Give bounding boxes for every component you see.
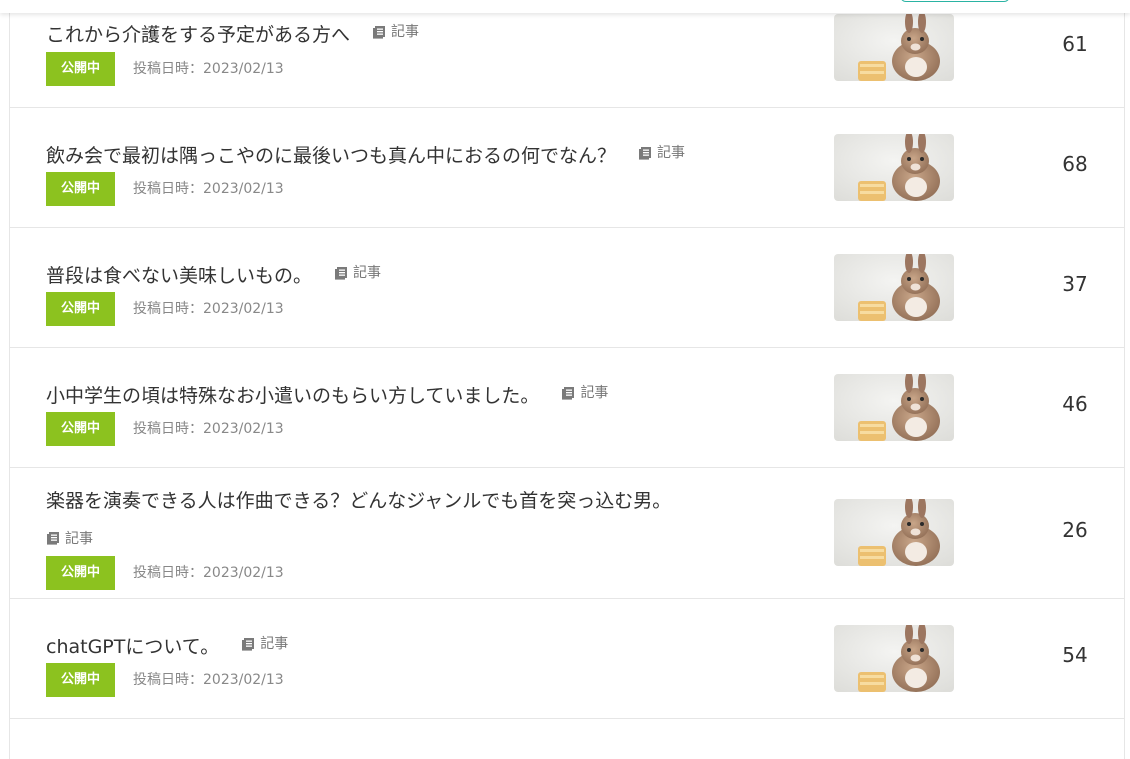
- article-thumbnail[interactable]: [834, 499, 954, 566]
- rabbit-thumbnail: [834, 499, 954, 566]
- article-title-line: chatGPTについて。 記事: [46, 632, 288, 659]
- article-title[interactable]: 飲み会で最初は隅っこやのに最後いつも真ん中におるの何でなん？: [46, 145, 616, 167]
- status-badge: 公開中: [46, 556, 115, 590]
- article-type-tag: 記事: [638, 141, 685, 165]
- article-title-line: 楽器を演奏できる人は作曲できる？どんなジャンルでも首を突っ込む男。: [46, 489, 671, 513]
- article-title[interactable]: 小中学生の頃は特殊なお小遣いのもらい方していました。: [46, 385, 539, 407]
- article-row[interactable]: [10, 719, 1124, 759]
- status-badge: 公開中: [46, 172, 115, 206]
- article-title[interactable]: chatGPTについて。: [46, 636, 219, 658]
- header-action-button[interactable]: [900, 0, 1010, 2]
- rabbit-thumbnail: [834, 374, 954, 441]
- top-header-bar: [0, 0, 1130, 13]
- type-label: 記事: [65, 531, 93, 547]
- rabbit-thumbnail: [834, 625, 954, 692]
- article-title-line: 普段は食べない美味しいもの。 記事: [46, 261, 381, 288]
- status-badge: 公開中: [46, 412, 115, 446]
- view-count: 46: [1062, 392, 1088, 416]
- article-type-tag: 記事: [241, 632, 288, 656]
- rabbit-thumbnail: [834, 134, 954, 201]
- type-label: 記事: [657, 145, 686, 161]
- document-icon: [242, 638, 255, 651]
- rabbit-thumbnail: [834, 14, 954, 81]
- article-title-line: 小中学生の頃は特殊なお小遣いのもらい方していました。 記事: [46, 381, 608, 408]
- type-label: 記事: [260, 636, 289, 652]
- view-count: 37: [1062, 272, 1088, 296]
- view-count: 54: [1062, 643, 1088, 667]
- article-thumbnail[interactable]: [834, 14, 954, 81]
- rabbit-thumbnail: [834, 254, 954, 321]
- article-row[interactable]: 楽器を演奏できる人は作曲できる？どんなジャンルでも首を突っ込む男。 記事 公開中…: [10, 468, 1124, 599]
- article-row[interactable]: これから介護をする予定がある方へ 記事 公開中 投稿日時：2023/02/13: [10, 0, 1124, 108]
- document-icon: [47, 532, 59, 545]
- view-count: 68: [1062, 152, 1088, 176]
- article-title[interactable]: 普段は食べない美味しいもの。: [46, 265, 312, 287]
- article-type-tag: 記事: [561, 381, 608, 405]
- post-date: 投稿日時：2023/02/13: [133, 61, 284, 77]
- document-icon: [562, 387, 575, 400]
- status-badge: 公開中: [46, 663, 115, 697]
- post-date: 投稿日時：2023/02/13: [133, 672, 284, 688]
- post-date: 投稿日時：2023/02/13: [133, 301, 284, 317]
- article-row[interactable]: 小中学生の頃は特殊なお小遣いのもらい方していました。 記事 公開中 投稿日時：20…: [10, 348, 1124, 468]
- article-row[interactable]: 飲み会で最初は隅っこやのに最後いつも真ん中におるの何でなん？ 記事 公開中 投稿日…: [10, 108, 1124, 228]
- document-icon: [373, 26, 386, 39]
- article-title-line: これから介護をする予定がある方へ 記事: [46, 20, 419, 47]
- status-badge: 公開中: [46, 52, 115, 86]
- article-thumbnail[interactable]: [834, 254, 954, 321]
- article-row[interactable]: chatGPTについて。 記事 公開中 投稿日時：2023/02/13 54: [10, 599, 1124, 719]
- view-count: 61: [1062, 32, 1088, 56]
- article-thumbnail[interactable]: [834, 625, 954, 692]
- document-icon: [639, 147, 652, 160]
- article-type-tag: 記事: [372, 20, 419, 44]
- article-list: これから介護をする予定がある方へ記事 公開中 投稿日時：2023/02/13: [9, 0, 1125, 759]
- post-date: 投稿日時：2023/02/13: [133, 181, 284, 197]
- status-badge: 公開中: [46, 292, 115, 326]
- article-title[interactable]: これから介護をする予定がある方へ: [46, 24, 350, 46]
- article-type-tag: 記事: [46, 528, 93, 548]
- type-label: 記事: [353, 265, 382, 281]
- view-count: 26: [1062, 518, 1088, 542]
- type-label: 記事: [580, 385, 609, 401]
- post-date: 投稿日時：2023/02/13: [133, 565, 284, 581]
- article-thumbnail[interactable]: [834, 134, 954, 201]
- document-icon: [335, 267, 348, 280]
- post-date: 投稿日時：2023/02/13: [133, 421, 284, 437]
- article-type-tag: 記事: [334, 261, 381, 285]
- article-title-line: 飲み会で最初は隅っこやのに最後いつも真ん中におるの何でなん？ 記事: [46, 141, 685, 168]
- article-title[interactable]: 楽器を演奏できる人は作曲できる？どんなジャンルでも首を突っ込む男。: [46, 490, 671, 512]
- article-thumbnail[interactable]: [834, 374, 954, 441]
- article-row[interactable]: 普段は食べない美味しいもの。 記事 公開中 投稿日時：2023/02/13 37: [10, 228, 1124, 348]
- type-label: 記事: [391, 24, 420, 40]
